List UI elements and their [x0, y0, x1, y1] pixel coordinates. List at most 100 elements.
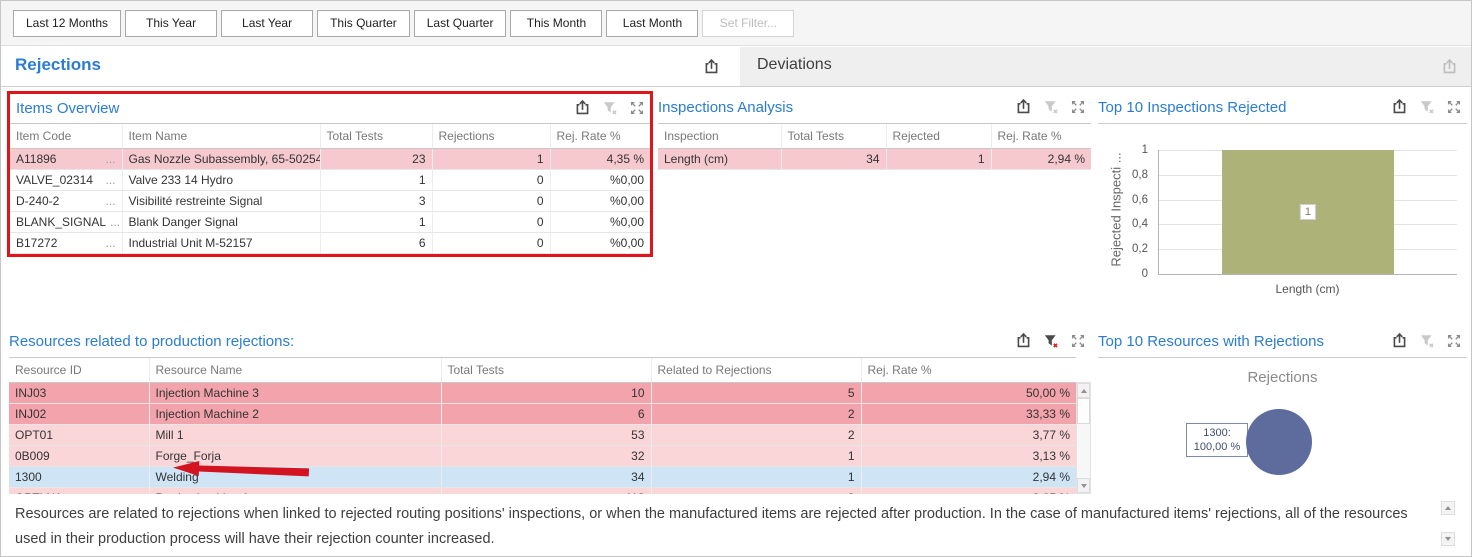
y-tick: 0,4: [1132, 218, 1148, 230]
filter-button-last-month[interactable]: Last Month: [606, 10, 698, 37]
table-row[interactable]: OPTLN1 Production Line 1 113 3 2,65 %: [9, 488, 1076, 495]
total-tests-cell: 34: [441, 467, 651, 488]
y-tick: 0,2: [1132, 243, 1148, 255]
column-header-resource-name[interactable]: Resource Name: [149, 358, 441, 383]
scroll-down-arrow[interactable]: [1077, 478, 1090, 493]
item-name-cell: Valve 233 14 Hydro: [122, 170, 320, 191]
table-row[interactable]: BLANK_SIGNAL... Blank Danger Signal 1 0 …: [10, 212, 650, 233]
column-header-rej-rate[interactable]: Rej. Rate %: [991, 124, 1091, 149]
y-tick: 0,8: [1132, 169, 1148, 181]
filter-button-last-year[interactable]: Last Year: [221, 10, 313, 37]
scroll-down-arrow[interactable]: [1441, 532, 1455, 546]
column-header-total-tests[interactable]: Total Tests: [320, 124, 432, 149]
export-icon[interactable]: [1014, 331, 1033, 350]
rej-rate-cell: 50,00 %: [861, 383, 1076, 404]
column-header-resource-id[interactable]: Resource ID: [9, 358, 149, 383]
row-ellipsis[interactable]: ...: [105, 152, 115, 166]
related-cell: 1: [651, 446, 861, 467]
bar-length-cm[interactable]: 1: [1222, 150, 1395, 274]
column-header-item-name[interactable]: Item Name: [122, 124, 320, 149]
clear-filter-icon[interactable]: [1417, 331, 1436, 350]
tab-rejections[interactable]: Rejections: [15, 55, 101, 75]
column-header-rejected[interactable]: Rejected: [886, 124, 991, 149]
column-header-item-code[interactable]: Item Code: [10, 124, 122, 149]
resource-name-cell: Welding: [149, 467, 441, 488]
table-row[interactable]: INJ03 Injection Machine 3 10 5 50,00 %: [9, 383, 1076, 404]
inspection-cell: Length (cm): [658, 149, 781, 170]
column-header-rej-rate[interactable]: Rej. Rate %: [861, 358, 1076, 383]
maximize-icon[interactable]: [627, 98, 646, 117]
filter-button-last-quarter[interactable]: Last Quarter: [414, 10, 507, 37]
pie-chart-title: Rejections: [1098, 369, 1467, 386]
maximize-icon[interactable]: [1068, 97, 1087, 116]
export-icon[interactable]: [573, 98, 592, 117]
column-header-total-tests[interactable]: Total Tests: [441, 358, 651, 383]
export-icon[interactable]: [1390, 331, 1409, 350]
maximize-icon[interactable]: [1444, 331, 1463, 350]
footer-note: Resources are related to rejections when…: [15, 502, 1419, 552]
report-tab-row: Rejections Deviations: [1, 47, 1471, 87]
scroll-up-arrow[interactable]: [1441, 501, 1455, 515]
clear-filter-icon[interactable]: [1417, 97, 1436, 116]
y-tick: 1: [1142, 144, 1148, 156]
table-row[interactable]: 0B009 Forge_Forja 32 1 3,13 %: [9, 446, 1076, 467]
column-header-inspection[interactable]: Inspection: [658, 124, 781, 149]
table-row[interactable]: D-240-2... Visibilité restreinte Signal …: [10, 191, 650, 212]
export-icon[interactable]: [1440, 57, 1459, 76]
rej-rate-cell: 2,94 %: [861, 467, 1076, 488]
maximize-icon[interactable]: [1444, 97, 1463, 116]
clear-filter-icon[interactable]: [1041, 331, 1060, 350]
table-row[interactable]: A11896... Gas Nozzle Subassembly, 65-502…: [10, 149, 650, 170]
panel-title: Items Overview: [16, 100, 119, 117]
filter-button-last-12-months[interactable]: Last 12 Months: [13, 10, 121, 37]
table-row[interactable]: INJ02 Injection Machine 2 6 2 33,33 %: [9, 404, 1076, 425]
total-tests-cell: 6: [441, 404, 651, 425]
table-header-row: Inspection Total Tests Rejected Rej. Rat…: [658, 124, 1091, 149]
table-row-selected[interactable]: 1300 Welding 34 1 2,94 %: [9, 467, 1076, 488]
y-tick: 0,6: [1132, 194, 1148, 206]
row-ellipsis[interactable]: ...: [105, 236, 115, 250]
filter-button-this-year[interactable]: This Year: [125, 10, 217, 37]
row-ellipsis[interactable]: ...: [105, 194, 115, 208]
scroll-up-arrow[interactable]: [1077, 383, 1090, 398]
item-code-cell: A11896...: [10, 149, 122, 170]
top-inspections-header: Top 10 Inspections Rejected: [1098, 93, 1467, 124]
table-row[interactable]: OPT01 Mill 1 53 2 3,77 %: [9, 425, 1076, 446]
y-tick: 0: [1142, 268, 1148, 280]
rej-rate-cell: %0,00: [550, 233, 650, 254]
total-tests-cell: 10: [441, 383, 651, 404]
maximize-icon[interactable]: [1068, 331, 1087, 350]
related-cell: 3: [651, 488, 861, 495]
rej-rate-cell: %0,00: [550, 191, 650, 212]
top-resources-header: Top 10 Resources with Rejections: [1098, 327, 1467, 358]
table-row[interactable]: Length (cm) 34 1 2,94 %: [658, 149, 1091, 170]
export-icon[interactable]: [1390, 97, 1409, 116]
total-tests-cell: 53: [441, 425, 651, 446]
resource-name-cell: Production Line 1: [149, 488, 441, 495]
column-header-rejections[interactable]: Rejections: [432, 124, 550, 149]
filter-button-this-month[interactable]: This Month: [510, 10, 602, 37]
item-code-cell: VALVE_02314...: [10, 170, 122, 191]
column-header-total-tests[interactable]: Total Tests: [781, 124, 886, 149]
clear-filter-icon[interactable]: [1041, 97, 1060, 116]
export-icon[interactable]: [1014, 97, 1033, 116]
pie-slice-1300[interactable]: [1246, 409, 1312, 475]
column-header-related-to-rejections[interactable]: Related to Rejections: [651, 358, 861, 383]
rej-rate-cell: 4,35 %: [550, 149, 650, 170]
clear-filter-icon[interactable]: [600, 98, 619, 117]
set-filter-button[interactable]: Set Filter...: [702, 10, 794, 37]
filter-button-this-quarter[interactable]: This Quarter: [317, 10, 410, 37]
row-ellipsis[interactable]: ...: [105, 173, 115, 187]
scrollbar-thumb[interactable]: [1077, 398, 1090, 424]
tab-deviations[interactable]: Deviations: [740, 47, 1471, 86]
table-row[interactable]: VALVE_02314... Valve 233 14 Hydro 1 0 %0…: [10, 170, 650, 191]
row-ellipsis[interactable]: ...: [110, 215, 120, 229]
table-row[interactable]: B17272... Industrial Unit M-52157 6 0 %0…: [10, 233, 650, 254]
vertical-scrollbar[interactable]: [1076, 382, 1091, 494]
panel-title: Top 10 Inspections Rejected: [1098, 99, 1286, 116]
column-header-rej-rate[interactable]: Rej. Rate %: [550, 124, 650, 149]
rejections-cell: 0: [432, 191, 550, 212]
export-icon[interactable]: [702, 57, 721, 76]
panel-title: Resources related to production rejectio…: [9, 333, 294, 350]
item-name-cell: Blank Danger Signal: [122, 212, 320, 233]
